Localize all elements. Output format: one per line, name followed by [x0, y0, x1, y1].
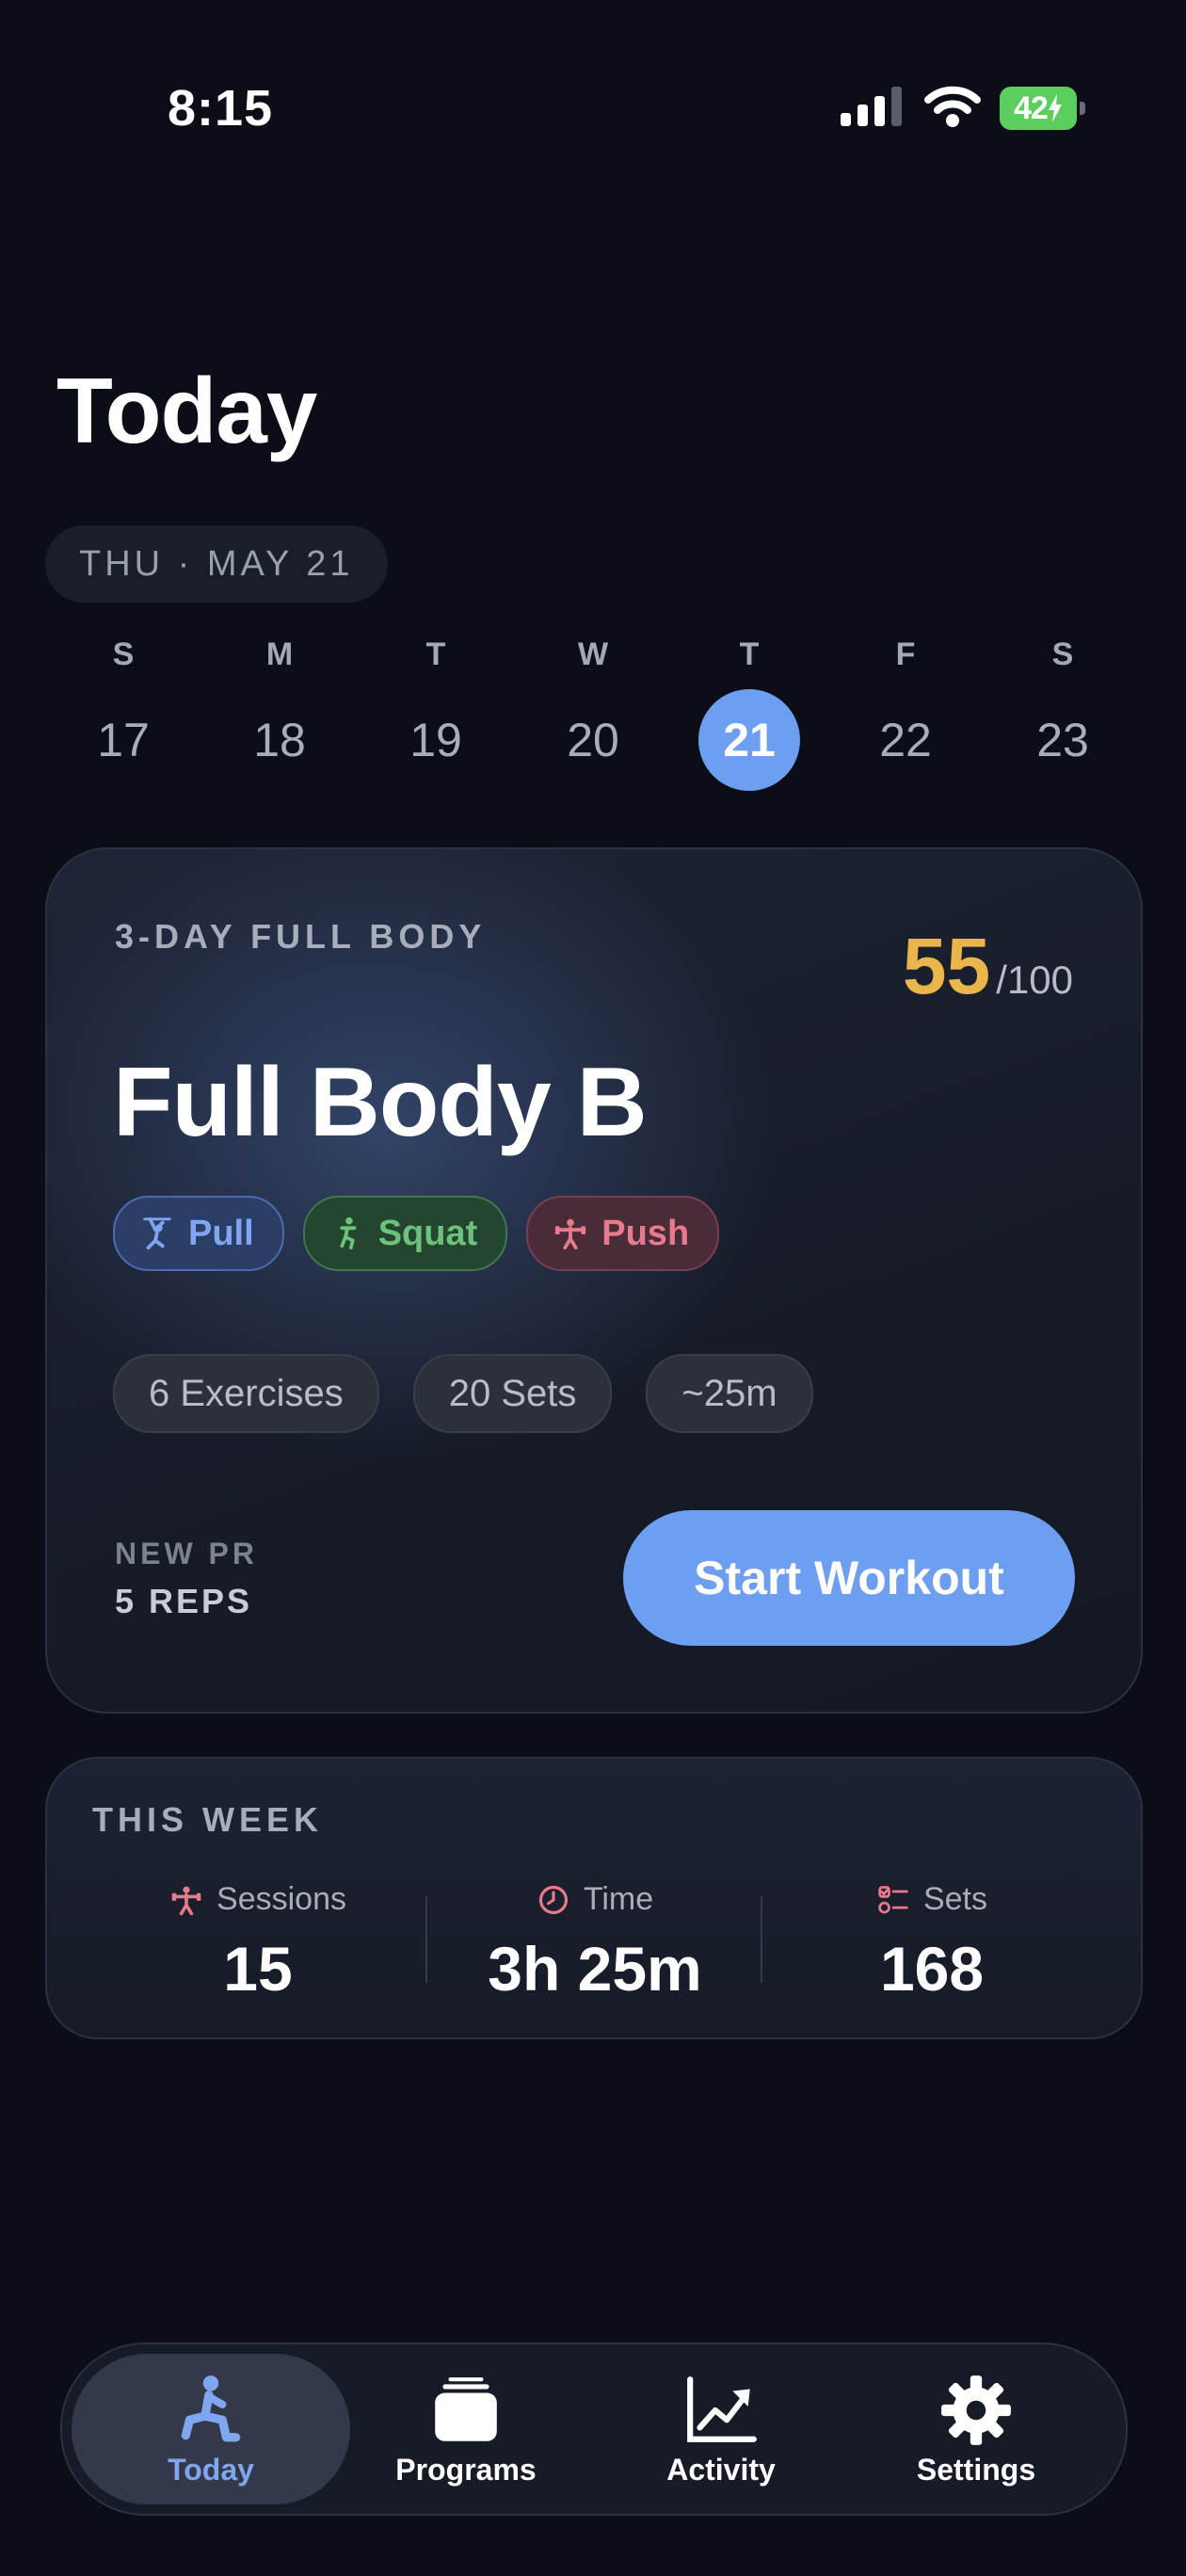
- stat-divider: [761, 1896, 762, 1983]
- day-saturday[interactable]: S 23: [1011, 631, 1114, 791]
- battery-level: 42: [1014, 89, 1049, 126]
- day-number: 18: [253, 714, 306, 766]
- pull-icon: [143, 1216, 171, 1250]
- time-stat: Time 3h 25m: [435, 1881, 755, 2004]
- pr-value: 5 REPS: [115, 1582, 253, 1620]
- wifi-icon: [924, 86, 981, 127]
- tab-today[interactable]: Today: [72, 2354, 350, 2504]
- workout-stats: 6 Exercises 20 Sets ~25m: [113, 1354, 813, 1433]
- day-letter: T: [739, 636, 760, 672]
- score-value: 55: [902, 922, 991, 1010]
- tab-activity-label: Activity: [666, 2452, 776, 2487]
- day-letter: S: [1051, 636, 1074, 672]
- tab-settings[interactable]: Settings: [837, 2354, 1115, 2504]
- day-thursday[interactable]: T 21: [697, 631, 801, 791]
- date-pill[interactable]: THU · MAY 21: [45, 525, 388, 603]
- sets-stat: Sets 168: [772, 1881, 1092, 2004]
- tab-programs[interactable]: Programs: [327, 2354, 605, 2504]
- charging-bolt-icon: [1048, 94, 1062, 122]
- duration-estimate: ~25m: [646, 1354, 813, 1433]
- battery-indicator: 42: [1000, 87, 1085, 130]
- day-number: 20: [567, 714, 619, 766]
- tag-pull-label: Pull: [188, 1213, 254, 1253]
- this-week-title: THIS WEEK: [92, 1800, 324, 1839]
- day-number: 22: [879, 714, 932, 766]
- lunge-figure-icon: [181, 2375, 241, 2441]
- tab-today-label: Today: [168, 2452, 254, 2487]
- stat-divider: [425, 1896, 427, 1983]
- tag-pull: Pull: [113, 1196, 284, 1271]
- tab-bar: Today Programs Activity Settings: [60, 2343, 1128, 2516]
- readiness-score: 55 /100: [903, 921, 1073, 1012]
- sessions-stat: Sessions 15: [98, 1881, 418, 2004]
- sessions-value: 15: [223, 1934, 293, 2004]
- day-number-selected: 21: [698, 689, 800, 791]
- day-letter: F: [895, 636, 916, 672]
- tab-settings-label: Settings: [916, 2452, 1036, 2487]
- weightlifter-icon: [171, 1886, 201, 1915]
- movement-tags: Pull Squat Push: [113, 1196, 720, 1271]
- sets-count: 20 Sets: [412, 1354, 613, 1433]
- day-letter: T: [425, 636, 446, 672]
- workout-card[interactable]: 3-DAY FULL BODY 55 /100 Full Body B Pull…: [45, 847, 1143, 1714]
- push-icon: [555, 1218, 586, 1250]
- day-friday[interactable]: F 22: [854, 631, 957, 791]
- day-wednesday[interactable]: W 20: [541, 631, 645, 791]
- day-number: 19: [409, 714, 462, 766]
- tag-squat-label: Squat: [377, 1213, 478, 1253]
- sets-label: Sets: [922, 1881, 988, 1917]
- tag-squat: Squat: [302, 1196, 508, 1271]
- sets-value: 168: [879, 1934, 985, 2004]
- day-number: 23: [1036, 714, 1089, 766]
- checklist-icon: [878, 1885, 908, 1913]
- battery-cap: [1080, 102, 1085, 115]
- workout-title: Full Body B: [113, 1048, 648, 1157]
- gear-icon: [941, 2375, 1011, 2445]
- day-monday[interactable]: M 18: [228, 631, 331, 791]
- cellular-signal-icon: [841, 87, 902, 126]
- squat-icon: [340, 1216, 357, 1250]
- tab-activity[interactable]: Activity: [582, 2354, 860, 2504]
- stack-icon: [435, 2376, 497, 2441]
- exercises-count: 6 Exercises: [113, 1354, 379, 1433]
- trend-chart-icon: [687, 2375, 757, 2442]
- tab-programs-label: Programs: [395, 2452, 537, 2487]
- day-number: 17: [97, 714, 150, 766]
- sessions-label: Sessions: [216, 1881, 346, 1917]
- status-time: 8:15: [168, 80, 274, 137]
- time-value: 3h 25m: [488, 1934, 702, 2004]
- tag-push-label: Push: [601, 1213, 690, 1253]
- time-label: Time: [583, 1881, 654, 1917]
- clock-icon: [538, 1885, 568, 1914]
- score-total: /100: [996, 958, 1073, 1002]
- this-week-card: THIS WEEK Sessions 15 Time 3h 25m Sets 1…: [45, 1757, 1143, 2039]
- day-letter: W: [577, 636, 609, 672]
- pr-label: NEW PR: [115, 1537, 258, 1570]
- tag-push: Push: [526, 1196, 720, 1271]
- page-title: Today: [56, 359, 317, 462]
- day-sunday[interactable]: S 17: [72, 631, 175, 791]
- day-letter: M: [265, 636, 294, 672]
- start-workout-button[interactable]: Start Workout: [623, 1510, 1075, 1646]
- program-name: 3-DAY FULL BODY: [115, 917, 487, 956]
- day-letter: S: [112, 636, 135, 672]
- day-tuesday[interactable]: T 19: [384, 631, 488, 791]
